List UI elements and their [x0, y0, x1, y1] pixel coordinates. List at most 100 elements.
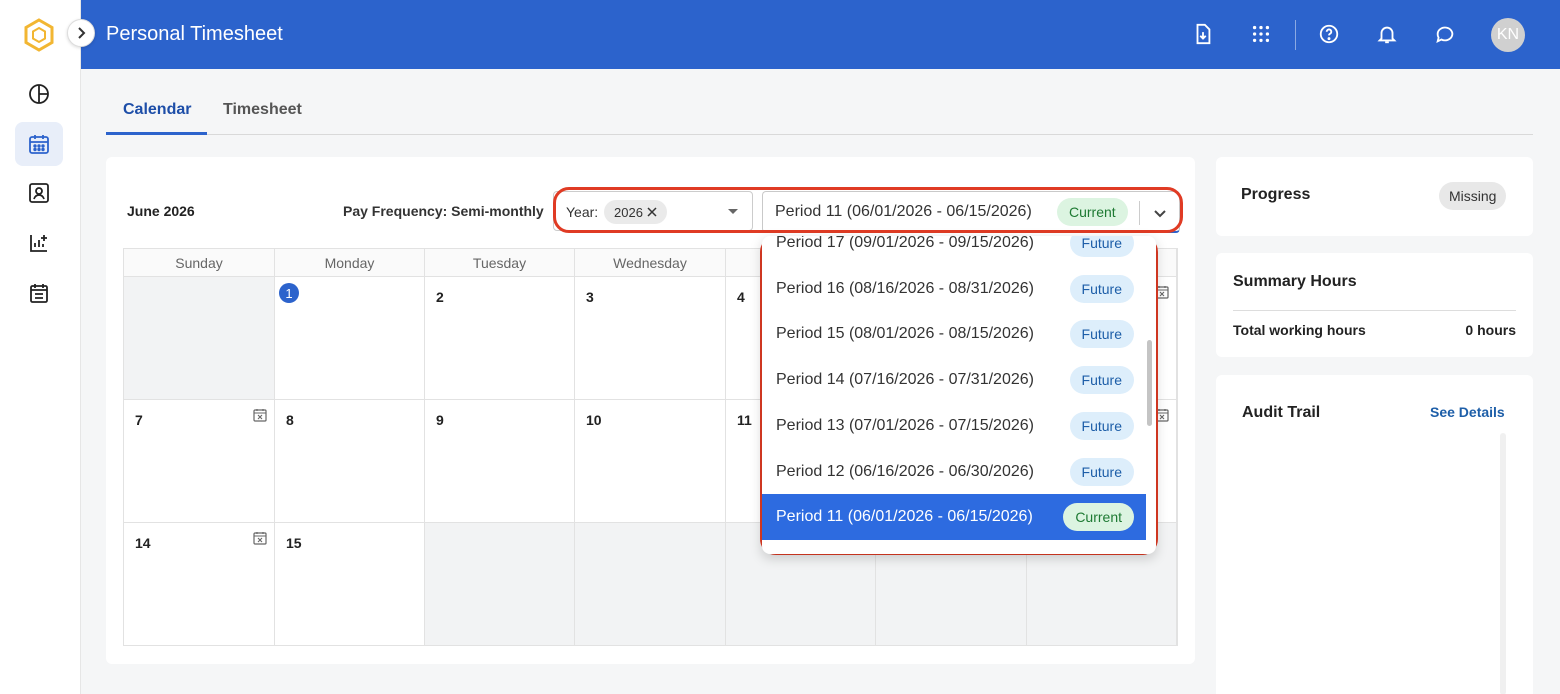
day-off-calendar-icon	[253, 409, 267, 422]
help-icon	[1319, 24, 1339, 44]
apps-grid-icon	[1252, 25, 1270, 43]
profile-card-icon	[29, 183, 49, 203]
weekday-header: Wednesday	[575, 249, 726, 277]
total-hours-value: 0 hours	[1465, 322, 1516, 338]
schedule-icon	[30, 284, 48, 303]
left-rail	[0, 0, 81, 694]
day-number: 9	[436, 412, 444, 428]
period-option[interactable]: Period 17 (09/01/2026 - 09/15/2026) Futur…	[762, 236, 1146, 266]
period-status-badge: Future	[1069, 457, 1134, 486]
chat-button[interactable]	[1431, 20, 1459, 48]
period-status-badge: Current	[1063, 503, 1134, 532]
day-number: 14	[135, 535, 151, 551]
notification-bell-icon	[1377, 26, 1397, 44]
see-details-link[interactable]: See Details	[1430, 404, 1505, 420]
audit-scrollbar[interactable]	[1500, 433, 1506, 694]
progress-status-badge: Missing	[1439, 182, 1507, 210]
audit-title: Audit Trail	[1242, 404, 1321, 421]
month-label: June 2026	[127, 203, 195, 219]
weekday-header: Sunday	[124, 249, 275, 277]
day-off-calendar-icon	[1155, 409, 1169, 422]
expand-sidebar-button[interactable]	[67, 19, 95, 47]
period-option-label: Period 13 (07/01/2026 - 07/15/2026)	[776, 416, 1034, 434]
period-option[interactable]: Period 16 (08/16/2026 - 08/31/2026) Futur…	[762, 266, 1146, 312]
period-status-badge: Future	[1069, 411, 1134, 440]
day-number: 7	[135, 412, 143, 428]
chevron-right-icon	[78, 27, 86, 39]
period-dropdown: Period 17 (09/01/2026 - 09/15/2026) Futur…	[762, 236, 1156, 554]
calendar-day-cell[interactable]: 14	[124, 523, 275, 646]
day-number: 2	[436, 289, 444, 305]
year-caret-icon[interactable]	[728, 209, 738, 214]
period-status-badge: Future	[1069, 274, 1134, 303]
chat-icon	[1436, 26, 1454, 44]
period-option[interactable]: Period 11 (06/01/2026 - 06/15/2026) Curre…	[762, 494, 1146, 541]
calendar-day-cell[interactable]: 10	[575, 400, 726, 523]
weekday-header: Monday	[275, 249, 425, 277]
period-option[interactable]: Period 14 (07/16/2026 - 07/31/2026) Futur…	[762, 357, 1146, 403]
day-number: 8	[286, 412, 294, 428]
tab-timesheet[interactable]: Timesheet	[223, 101, 302, 119]
export-icon	[1196, 23, 1211, 45]
summary-divider	[1233, 310, 1516, 311]
reports-nav-button[interactable]	[15, 221, 63, 265]
apps-button[interactable]	[1247, 20, 1275, 48]
day-number: 4	[737, 289, 745, 305]
calendar-day-cell[interactable]: 2	[425, 277, 575, 400]
progress-title: Progress	[1241, 186, 1311, 203]
app-logo-icon[interactable]	[24, 18, 54, 52]
calendar-day-cell[interactable]: 8	[275, 400, 425, 523]
day-number: 3	[586, 289, 594, 305]
user-avatar[interactable]: KN	[1491, 18, 1525, 52]
calendar-day-cell[interactable]: 3	[575, 277, 726, 400]
summary-title: Summary Hours	[1233, 273, 1357, 290]
summary-hours-card: Summary Hours Total working hours 0 hour…	[1216, 253, 1533, 357]
calendar-nav-button[interactable]	[15, 122, 63, 166]
audit-trail-card: Audit Trail See Details	[1216, 375, 1533, 694]
chevron-down-icon[interactable]	[1149, 202, 1171, 224]
reports-icon	[30, 235, 47, 252]
day-number: 11	[737, 412, 752, 428]
period-select-divider	[1139, 201, 1140, 225]
clear-year-icon[interactable]	[647, 207, 657, 217]
year-select[interactable]: Year: 2026	[553, 191, 753, 231]
day-off-calendar-icon	[1155, 286, 1169, 299]
period-status-badge: Future	[1069, 320, 1134, 349]
tab-calendar[interactable]: Calendar	[123, 101, 191, 119]
period-option[interactable]: Period 13 (07/01/2026 - 07/15/2026) Futur…	[762, 403, 1146, 449]
calendar-day-cell[interactable]: 15	[275, 523, 425, 646]
period-select-text: Period 11 (06/01/2026 - 06/15/2026)	[775, 203, 1032, 220]
period-option-label: Period 12 (06/16/2026 - 06/30/2026)	[776, 462, 1034, 480]
pay-frequency-label: Pay Frequency: Semi-monthly	[343, 203, 544, 219]
help-button[interactable]	[1315, 20, 1343, 48]
period-option-label: Period 11 (06/01/2026 - 06/15/2026)	[776, 508, 1033, 526]
day-number: 15	[286, 535, 302, 551]
period-option-label: Period 16 (08/16/2026 - 08/31/2026)	[776, 279, 1034, 297]
calendar-day-cell[interactable]: 9	[425, 400, 575, 523]
dropdown-scrollbar[interactable]	[1147, 340, 1152, 426]
period-option-label: Period 15 (08/01/2026 - 08/15/2026)	[776, 325, 1034, 343]
period-option-label: Period 14 (07/16/2026 - 07/31/2026)	[776, 371, 1034, 389]
year-chip: 2026	[604, 200, 667, 224]
calendar-day-cell[interactable]: 7	[124, 400, 275, 523]
notifications-button[interactable]	[1373, 20, 1401, 48]
dashboard-icon	[29, 84, 49, 104]
period-option-label: Period 17 (09/01/2026 - 09/15/2026)	[776, 236, 1034, 251]
period-status-badge: Future	[1069, 366, 1134, 395]
dashboard-nav-button[interactable]	[15, 72, 63, 116]
schedule-nav-button[interactable]	[15, 271, 63, 315]
progress-card: Progress Missing	[1216, 157, 1533, 236]
calendar-icon	[29, 135, 49, 154]
period-select[interactable]: Period 11 (06/01/2026 - 06/15/2026) Curr…	[762, 191, 1180, 233]
calendar-day-cell[interactable]: 1	[275, 277, 425, 400]
tab-bar: Calendar Timesheet	[106, 89, 1533, 135]
year-chip-value: 2026	[614, 204, 643, 220]
total-hours-label: Total working hours	[1233, 322, 1366, 338]
day-number: 10	[586, 412, 602, 428]
top-header: Personal Timesheet KN	[81, 0, 1560, 69]
profile-nav-button[interactable]	[15, 171, 63, 215]
export-button[interactable]	[1189, 20, 1217, 48]
period-option[interactable]: Period 15 (08/01/2026 - 08/15/2026) Futur…	[762, 311, 1146, 357]
header-divider	[1295, 20, 1296, 50]
period-option[interactable]: Period 12 (06/16/2026 - 06/30/2026) Futur…	[762, 449, 1146, 495]
